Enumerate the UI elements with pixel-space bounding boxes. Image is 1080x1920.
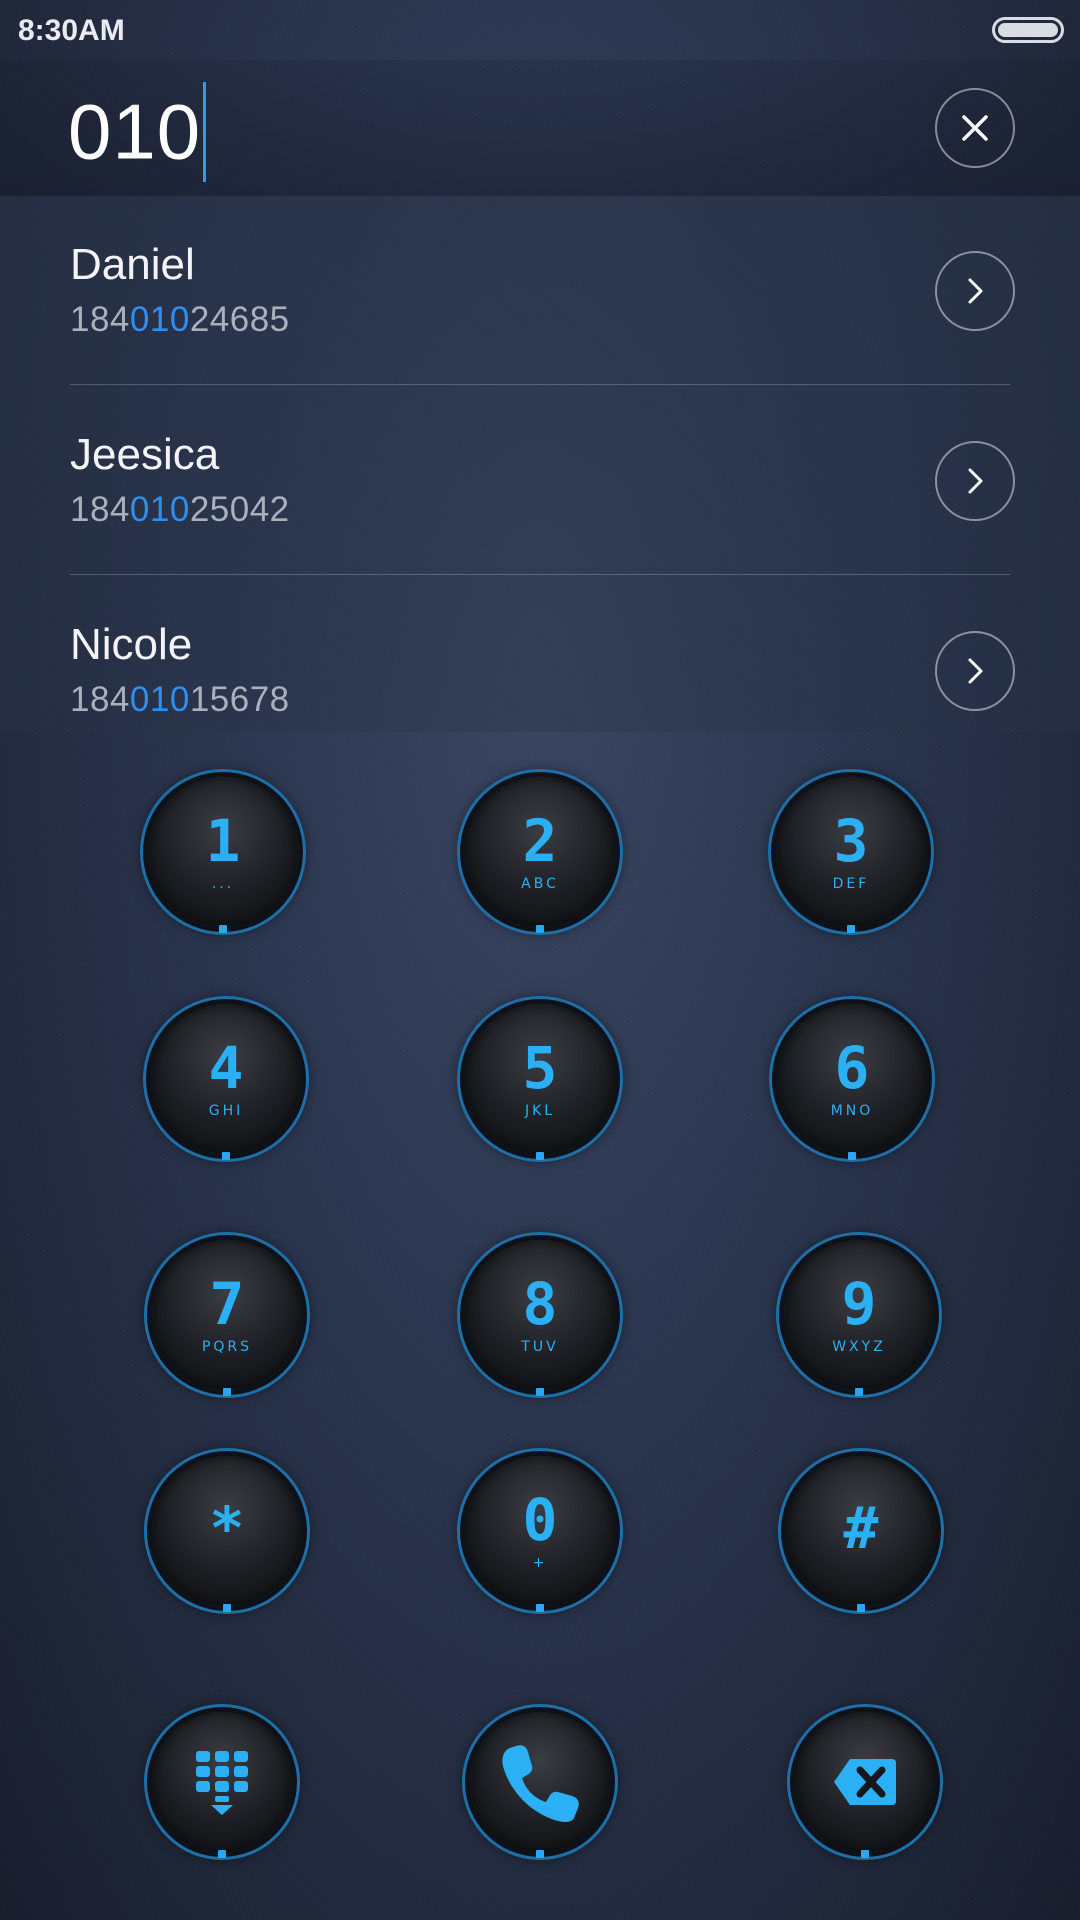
text-caret: [203, 82, 207, 182]
status-bar: 8:30AM: [0, 0, 1080, 60]
key-hash[interactable]: #: [786, 1456, 936, 1612]
dial-input-value: 010: [68, 87, 202, 176]
backspace-icon: [834, 1759, 896, 1805]
clear-input-button[interactable]: [935, 88, 1015, 168]
key-digit: *: [209, 1494, 245, 1562]
dial-input-bar: 010: [0, 60, 1080, 196]
key-1[interactable]: 1 ...: [148, 777, 298, 933]
chevron-right-icon: [968, 468, 983, 494]
key-digit: #: [843, 1494, 879, 1562]
key-digit: 7: [209, 1270, 245, 1338]
key-digit: 2: [522, 807, 558, 875]
chevron-right-icon: [968, 658, 983, 684]
key-digit: 9: [841, 1270, 877, 1338]
key-4[interactable]: 4 GHI: [151, 1004, 301, 1160]
key-letters: GHI: [208, 1103, 244, 1119]
divider: [70, 574, 1010, 575]
chevron-right-icon: [968, 278, 983, 304]
key-3[interactable]: 3 DEF: [776, 777, 926, 933]
status-time: 8:30AM: [18, 14, 125, 47]
key-digit: 1: [205, 807, 241, 875]
call-button[interactable]: [470, 1712, 610, 1858]
phone-icon: [502, 1745, 579, 1822]
contact-item-daniel[interactable]: Daniel 18401024685: [0, 196, 1080, 386]
open-contact-button[interactable]: [935, 441, 1015, 521]
key-digit: 3: [833, 807, 869, 875]
contact-name: Jeesica: [70, 430, 220, 479]
key-letters: MNO: [830, 1103, 874, 1119]
key-letters: ...: [211, 876, 235, 892]
key-star[interactable]: *: [152, 1456, 302, 1612]
key-7[interactable]: 7 PQRS: [152, 1240, 302, 1396]
key-6[interactable]: 6 MNO: [777, 1004, 927, 1160]
key-letters: +: [532, 1555, 548, 1571]
key-digit: 0: [522, 1486, 558, 1554]
key-letters: DEF: [832, 876, 870, 892]
key-digit: 5: [522, 1034, 558, 1102]
open-contact-button[interactable]: [935, 251, 1015, 331]
key-5[interactable]: 5 JKL: [465, 1004, 615, 1160]
key-letters: PQRS: [201, 1339, 253, 1355]
backspace-button[interactable]: [795, 1712, 935, 1858]
key-letters: TUV: [521, 1339, 559, 1355]
open-contact-button[interactable]: [935, 631, 1015, 711]
key-digit: 6: [834, 1034, 870, 1102]
key-0[interactable]: 0 +: [465, 1456, 615, 1612]
contact-name: Daniel: [70, 240, 195, 289]
divider: [70, 384, 1010, 385]
key-digit: 4: [208, 1034, 244, 1102]
key-8[interactable]: 8 TUV: [465, 1240, 615, 1396]
key-letters: JKL: [524, 1103, 556, 1119]
key-9[interactable]: 9 WXYZ: [784, 1240, 934, 1396]
close-icon: [962, 115, 988, 141]
key-letters: ABC: [521, 876, 559, 892]
contact-number: 18401015678: [70, 680, 290, 719]
dial-keypad: 1 ... 2 ABC 3 DEF 4 GHI 5 JKL 6 MNO 7 PQ…: [0, 732, 1080, 1920]
contact-suggestions-list: Daniel 18401024685 Jeesica 18401025042 N…: [0, 196, 1080, 732]
contact-name: Nicole: [70, 620, 193, 669]
keypad-hide-icon: [196, 1751, 248, 1815]
key-digit: 8: [522, 1270, 558, 1338]
key-2[interactable]: 2 ABC: [465, 777, 615, 933]
dial-input-field[interactable]: 010: [68, 82, 207, 188]
contact-number: 18401025042: [70, 490, 290, 529]
key-letters: WXYZ: [832, 1339, 886, 1355]
battery-icon: [992, 17, 1064, 43]
contact-item-jeesica[interactable]: Jeesica 18401025042: [0, 386, 1080, 576]
hide-keypad-button[interactable]: [152, 1712, 292, 1858]
contact-number: 18401024685: [70, 300, 290, 339]
